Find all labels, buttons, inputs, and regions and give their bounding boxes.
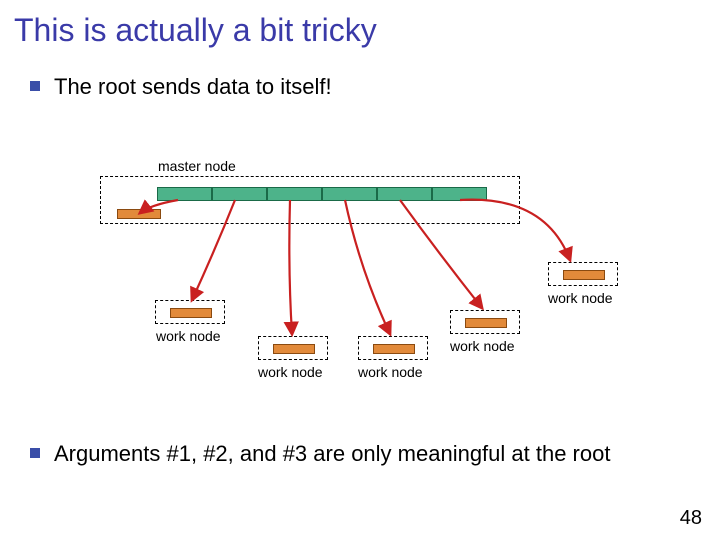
bullet-item: Arguments #1, #2, and #3 are only meanin… <box>30 440 690 469</box>
bullet-text: Arguments #1, #2, and #3 are only meanin… <box>54 440 610 469</box>
page-number: 48 <box>680 507 702 530</box>
bullet-icon <box>30 448 40 458</box>
